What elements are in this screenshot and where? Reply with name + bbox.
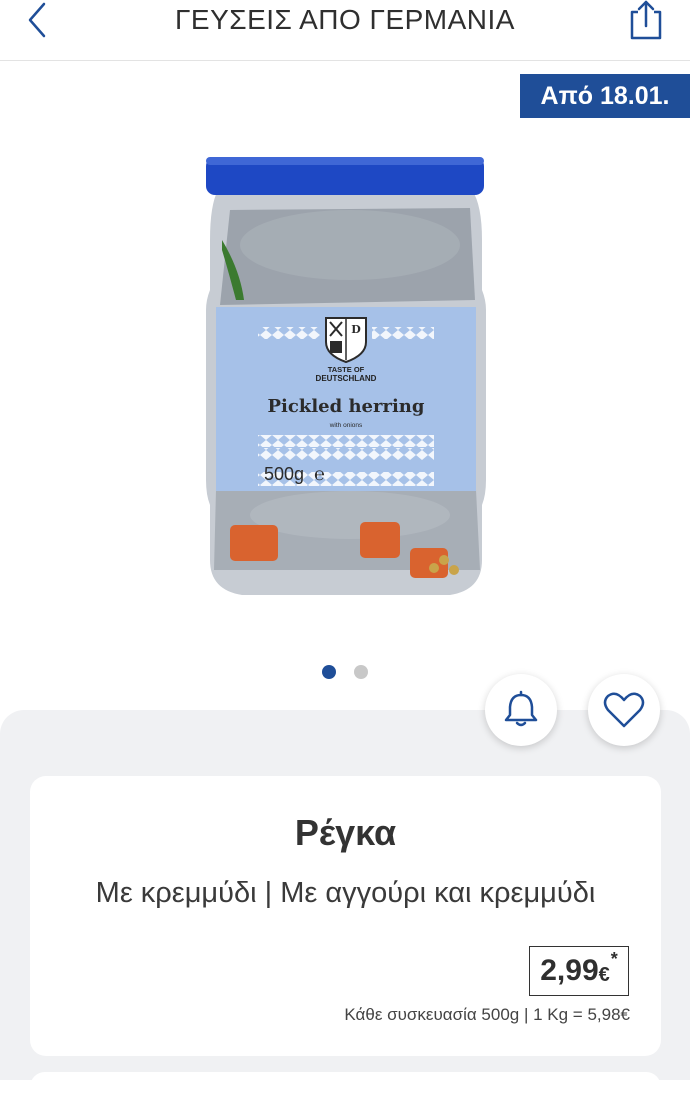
price-value: 2,99 [540, 954, 599, 987]
product-image[interactable]: D TASTE OF DEUTSCHLAND Pickled herring w… [200, 150, 492, 610]
bell-icon [504, 690, 538, 727]
brand-name-line1: TASTE OF [328, 365, 365, 374]
label-product-subtitle: with onions [329, 422, 363, 429]
share-icon [630, 0, 662, 40]
unit-price-info: Κάθε συσκευασία 500g | 1 Kg = 5,98€ [344, 1005, 630, 1024]
carousel-dots [322, 665, 368, 681]
label-weight: 500g [264, 464, 304, 484]
product-card: Ρέγκα Με κρεμμύδι | Με αγγούρι και κρεμμ… [30, 776, 661, 1056]
share-button[interactable] [624, 0, 666, 44]
price-box: 2,99 € * [529, 946, 629, 996]
label-product-title: Pickled herring [268, 396, 425, 417]
price-footnote-marker: * [610, 949, 618, 969]
favorite-button[interactable] [588, 674, 660, 746]
product-name: Ρέγκα [294, 812, 397, 853]
brand-name-line2: DEUTSCHLAND [316, 374, 377, 383]
availability-date-badge: Από 18.01. [520, 74, 690, 118]
estimated-sign-icon: ℮ [314, 464, 325, 484]
brand-logo-letter: D [351, 323, 361, 336]
price-currency: € [598, 964, 610, 986]
top-bar: ΓΕΥΣΕΙΣ ΑΠΟ ΓΕΡΜΑΝΙΑ [0, 0, 690, 61]
heart-icon [603, 692, 645, 728]
carousel-dot-active[interactable] [322, 665, 336, 679]
page-title: ΓΕΥΣΕΙΣ ΑΠΟ ΓΕΡΜΑΝΙΑ [175, 4, 515, 35]
next-card [30, 1072, 661, 1102]
carousel-dot[interactable] [354, 665, 368, 679]
carrot-piece [230, 525, 278, 561]
notify-button[interactable] [485, 674, 557, 746]
product-variants: Με κρεμμύδι | Με αγγούρι και κρεμμύδι [95, 877, 596, 909]
